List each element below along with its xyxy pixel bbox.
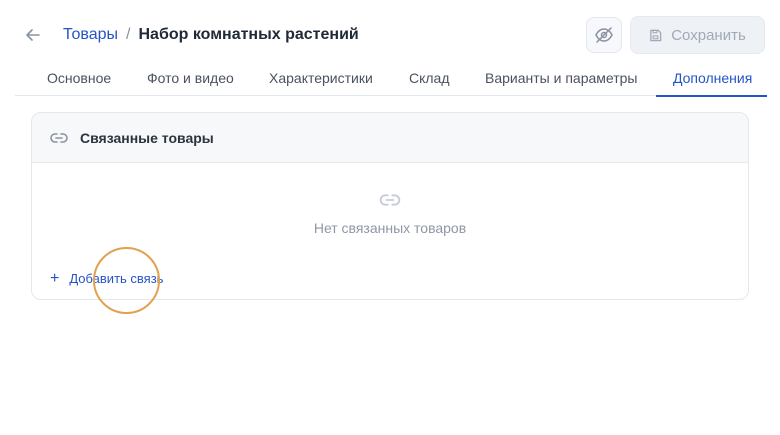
link-icon (379, 194, 401, 206)
card-header: Связанные товары (32, 113, 748, 163)
tab-warehouse[interactable]: Склад (409, 62, 450, 96)
empty-state-icon (378, 192, 402, 208)
save-button-label: Сохранить (671, 26, 746, 44)
tab-additions[interactable]: Дополнения (655, 62, 768, 97)
tab-photo-video[interactable]: Фото и видео (147, 62, 234, 96)
tab-bar: Основное Фото и видео Характеристики Скл… (15, 62, 768, 97)
page-header: Товары / Набор комнатных растений Сохран… (0, 0, 780, 70)
eye-off-icon (595, 27, 613, 43)
breadcrumb: Товары / Набор комнатных растений (63, 26, 359, 44)
add-relation-button[interactable]: + Добавить связь (50, 269, 164, 287)
breadcrumb-link-products[interactable]: Товары (63, 26, 118, 44)
tab-characteristics[interactable]: Характеристики (269, 62, 373, 96)
link-icon (50, 132, 68, 143)
tab-variants-parameters[interactable]: Варианты и параметры (485, 62, 637, 96)
back-button[interactable] (22, 24, 44, 46)
tab-main[interactable]: Основное (47, 62, 111, 96)
floppy-disk-icon (650, 29, 662, 41)
arrow-left-icon (26, 29, 40, 41)
page-title: Набор комнатных растений (138, 26, 359, 43)
related-products-card: Связанные товары Нет связанных товаров +… (31, 112, 749, 300)
toggle-visibility-button[interactable] (586, 17, 622, 53)
breadcrumb-separator: / (126, 26, 131, 43)
save-button[interactable]: Сохранить (630, 16, 765, 54)
empty-state-text: Нет связанных товаров (313, 220, 467, 236)
card-title: Связанные товары (80, 129, 214, 146)
add-relation-label: Добавить связь (69, 271, 164, 286)
plus-icon: + (50, 269, 60, 287)
